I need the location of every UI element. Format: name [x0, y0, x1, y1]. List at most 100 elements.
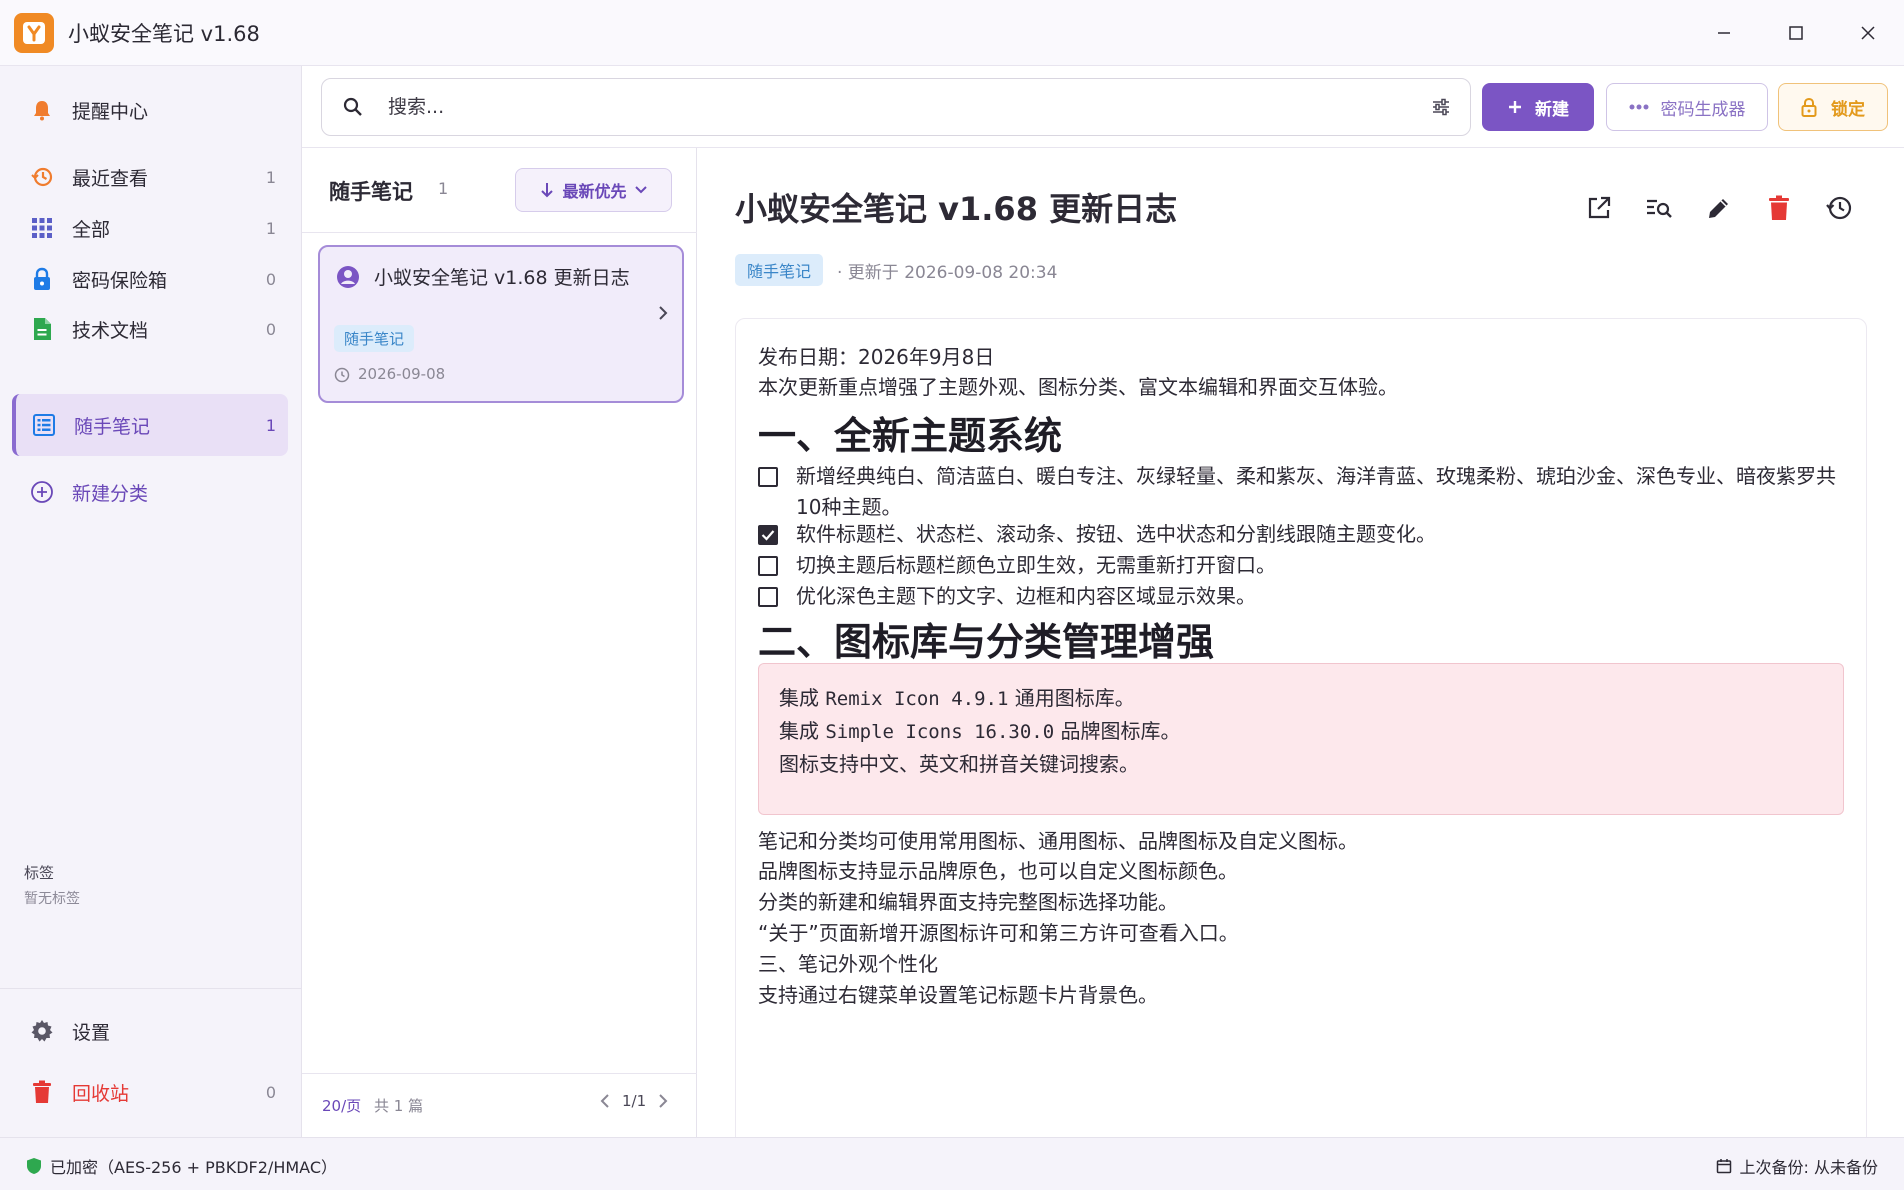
release-date-line: 发布日期：2026年9月8日 [758, 345, 995, 369]
checkbox[interactable] [758, 587, 778, 607]
checkbox-checked[interactable] [758, 525, 778, 545]
new-note-label: 新建 [1535, 99, 1569, 120]
history-icon [1826, 196, 1852, 220]
sort-dropdown[interactable]: 最新优先 [515, 168, 672, 212]
checklist-item: 切换主题后标题栏颜色立即生效，无需重新打开窗口。 [758, 550, 1856, 581]
new-category-button[interactable]: 新建分类 [14, 462, 288, 522]
note-content: 发布日期：2026年9月8日 本次更新重点增强了主题外观、图标分类、富文本编辑和… [735, 318, 1867, 1148]
checkbox[interactable] [758, 467, 778, 487]
total-count: 共 1 篇 [374, 1097, 424, 1115]
backup-text: 上次备份: 从未备份 [1739, 1158, 1878, 1177]
pencil-icon [1709, 199, 1728, 218]
next-page-button[interactable] [658, 1093, 668, 1109]
note-updated-time: · 更新于 2026-09-08 20:34 [837, 263, 1058, 283]
paragraph: 支持通过右键菜单设置笔记标题卡片背景色。 [758, 983, 1158, 1007]
tags-section-title: 标签 [24, 864, 55, 882]
new-category-label: 新建分类 [72, 482, 149, 505]
bell-icon [28, 96, 56, 124]
lock-button[interactable]: 锁定 [1778, 83, 1888, 131]
minimize-icon [1718, 32, 1730, 34]
note-card-title: 小蚁安全笔记 v1.68 更新日志 [374, 267, 630, 289]
checklist-item: 优化深色主题下的文字、边框和内容区域显示效果。 [758, 581, 1856, 612]
external-link-icon [1588, 196, 1611, 219]
chevron-right-icon [658, 305, 668, 321]
search-box [321, 78, 1471, 136]
checklist-text: 新增经典纯白、简洁蓝白、暖白专注、灰绿轻量、柔和紫灰、海洋青蓝、玫瑰柔粉、琥珀沙… [796, 464, 1836, 519]
window-title: 小蚁安全笔记 v1.68 [68, 21, 260, 46]
heading-theme-system: 一、全新主题系统 [758, 414, 1063, 458]
note-card-date: 2026-09-08 [358, 365, 446, 383]
password-generator-button[interactable]: 密码生成器 [1606, 83, 1768, 131]
page-indicator: 1/1 [622, 1092, 647, 1110]
maximize-icon [1789, 26, 1803, 40]
shield-icon [27, 1158, 41, 1174]
sidebar-item-label: 全部 [72, 218, 111, 241]
sidebar-item-count: 1 [265, 167, 276, 187]
code-block: 集成 Remix Icon 4.9.1 通用图标库。 集成 Simple Ico… [758, 663, 1844, 815]
checklist-text: 软件标题栏、状态栏、滚动条、按钮、选中状态和分割线跟随主题变化。 [796, 522, 1436, 546]
chevron-down-icon [634, 186, 647, 194]
paragraph: 笔记和分类均可使用常用图标、通用图标、品牌图标及自定义图标。 [758, 829, 1358, 853]
checkbox[interactable] [758, 556, 778, 576]
calendar-icon [1716, 1159, 1731, 1174]
title-bar: 小蚁安全笔记 v1.68 [0, 0, 1904, 66]
sidebar-item-reminders[interactable]: 提醒中心 [14, 80, 288, 140]
sidebar-item-label: 回收站 [72, 1082, 130, 1105]
edit-note-button[interactable] [1701, 190, 1737, 226]
document-icon [28, 315, 56, 343]
text-search-icon [1647, 199, 1672, 218]
heading-icon-library: 二、图标库与分类管理增强 [758, 620, 1215, 664]
note-category-tag[interactable]: 随手笔记 [735, 254, 824, 286]
pager: 1/1 [600, 1092, 668, 1110]
pagination-bar: 20/页 共 1 篇 1/1 [302, 1073, 697, 1137]
backup-status: 上次备份: 从未备份 [1716, 1154, 1878, 1178]
sidebar-item-quick-notes[interactable]: 随手笔记 1 [12, 394, 288, 456]
intro-paragraph: 本次更新重点增强了主题外观、图标分类、富文本编辑和界面交互体验。 [758, 375, 1398, 399]
arrow-down-icon [540, 181, 554, 199]
close-window-button[interactable] [1832, 0, 1904, 66]
sidebar-divider [0, 988, 302, 989]
code-line: 图标支持中文、英文和拼音关键词搜索。 [779, 752, 1139, 776]
user-icon [336, 265, 360, 289]
chevron-left-icon [600, 1094, 609, 1108]
code-line: 集成 Simple Icons 16.30.0 品牌图标库。 [779, 719, 1181, 743]
lock-icon [1801, 97, 1817, 117]
search-input[interactable] [388, 96, 1388, 118]
sidebar-item-tech-docs[interactable]: 技术文档 0 [14, 299, 288, 359]
grid-icon [28, 214, 56, 242]
password-generator-label: 密码生成器 [1660, 99, 1746, 120]
clock-icon [334, 367, 350, 383]
maximize-button[interactable] [1760, 0, 1832, 66]
gear-icon [28, 1017, 56, 1045]
lock-label: 锁定 [1831, 99, 1865, 120]
note-list-panel: 随手笔记 1 最新优先 小蚁安全笔记 v1.68 更新日志 随手笔记 2026-… [302, 148, 697, 1137]
sidebar-item-label: 提醒中心 [72, 100, 149, 123]
checkmark-icon [761, 530, 775, 541]
checklist-item: 新增经典纯白、简洁蓝白、暖白专注、灰绿轻量、柔和紫灰、海洋青蓝、玫瑰柔粉、琥珀沙… [758, 461, 1856, 523]
prev-page-button[interactable] [600, 1093, 610, 1109]
window-controls [1688, 0, 1904, 66]
new-note-button[interactable]: 新建 [1482, 83, 1594, 131]
note-detail-panel: 小蚁安全笔记 v1.68 更新日志 随手笔记 · 更新于 2026-09-08 … [697, 148, 1904, 1148]
sidebar-item-label: 技术文档 [72, 319, 149, 342]
sidebar-item-label: 设置 [72, 1021, 111, 1044]
per-page-selector[interactable]: 20/页 [322, 1095, 361, 1116]
minimize-button[interactable] [1688, 0, 1760, 66]
top-toolbar: 新建 密码生成器 锁定 [302, 66, 1904, 148]
note-card[interactable]: 小蚁安全笔记 v1.68 更新日志 随手笔记 2026-09-08 [318, 245, 684, 403]
delete-note-button[interactable] [1761, 190, 1797, 226]
open-external-button[interactable] [1581, 190, 1617, 226]
sidebar-item-trash[interactable]: 回收站 0 [14, 1062, 288, 1122]
lock-icon [28, 265, 56, 293]
sidebar-item-label: 密码保险箱 [72, 269, 168, 292]
status-bar: 已加密（AES-256 + PBKDF2/HMAC） 上次备份: 从未备份 [0, 1137, 1904, 1190]
sidebar-item-count: 0 [265, 269, 276, 289]
code-line: 集成 Remix Icon 4.9.1 通用图标库。 [779, 686, 1135, 710]
find-in-note-button[interactable] [1641, 190, 1677, 226]
filter-settings-icon[interactable] [1430, 96, 1452, 118]
history-button[interactable] [1821, 190, 1857, 226]
sort-label: 最新优先 [562, 182, 627, 201]
sidebar-item-settings[interactable]: 设置 [14, 1001, 288, 1061]
checklist-text: 优化深色主题下的文字、边框和内容区域显示效果。 [796, 584, 1256, 608]
encryption-status: 已加密（AES-256 + PBKDF2/HMAC） [26, 1154, 337, 1178]
